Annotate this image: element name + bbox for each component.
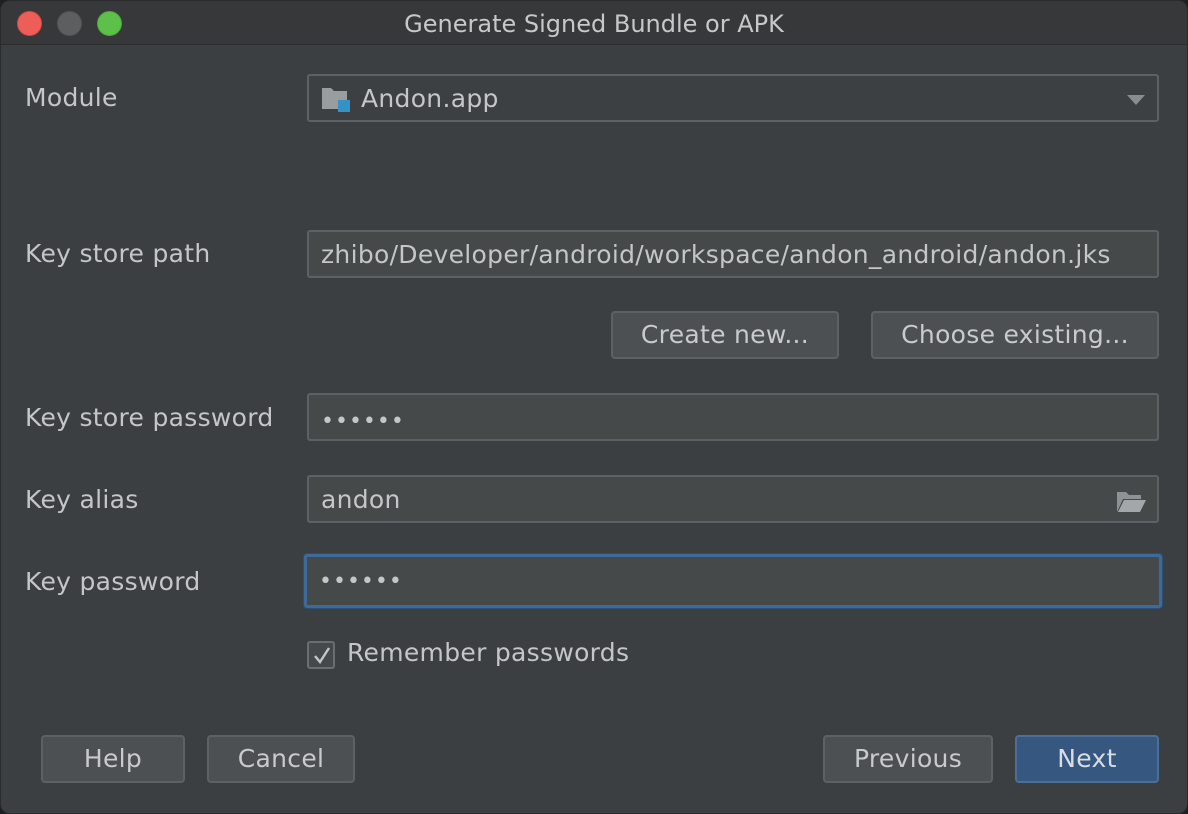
module-label: Module xyxy=(25,83,118,112)
key-password-mask: •••••• xyxy=(319,569,403,594)
key-alias-value: andon xyxy=(321,485,401,514)
remember-passwords-label[interactable]: Remember passwords xyxy=(347,638,629,667)
module-folder-icon xyxy=(321,85,351,113)
module-dropdown[interactable]: Andon.app xyxy=(307,74,1159,122)
keystore-password-mask: •••••• xyxy=(321,409,405,434)
create-new-button[interactable]: Create new... xyxy=(611,311,839,359)
title-bar: Generate Signed Bundle or APK xyxy=(1,1,1187,45)
keystore-path-input[interactable]: zhibo/Developer/android/workspace/andon_… xyxy=(307,230,1159,278)
key-alias-label: Key alias xyxy=(25,485,139,514)
key-password-label: Key password xyxy=(25,567,201,596)
next-button[interactable]: Next xyxy=(1015,735,1159,783)
chevron-down-icon[interactable] xyxy=(1127,95,1145,105)
keystore-path-label: Key store path xyxy=(25,239,211,268)
folder-open-icon[interactable] xyxy=(1115,488,1147,514)
checkmark-icon xyxy=(314,647,331,665)
cancel-button[interactable]: Cancel xyxy=(207,735,355,783)
help-button[interactable]: Help xyxy=(41,735,185,783)
module-value: Andon.app xyxy=(361,84,499,113)
window-title: Generate Signed Bundle or APK xyxy=(404,10,784,38)
choose-existing-button[interactable]: Choose existing... xyxy=(871,311,1159,359)
key-password-input[interactable]: •••••• xyxy=(304,554,1162,608)
key-alias-input[interactable]: andon xyxy=(307,475,1159,523)
keystore-password-input[interactable]: •••••• xyxy=(307,393,1159,441)
keystore-password-label: Key store password xyxy=(25,403,274,432)
previous-button[interactable]: Previous xyxy=(823,735,993,783)
remember-passwords-checkbox[interactable] xyxy=(307,641,335,669)
dialog-window: Generate Signed Bundle or APK Module And… xyxy=(0,0,1188,814)
